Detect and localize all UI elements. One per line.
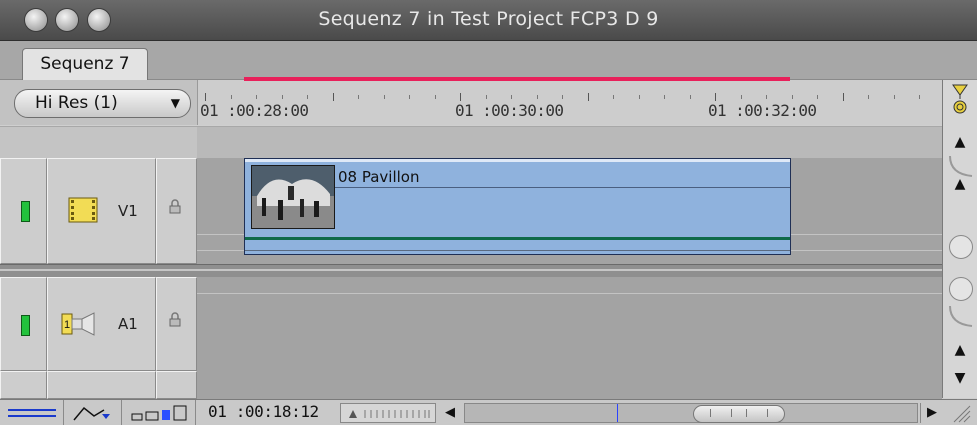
row-header-cell — [0, 371, 47, 399]
horizontal-scrollbar[interactable] — [464, 403, 918, 423]
a1-track-area[interactable] — [197, 277, 942, 371]
scroll-thumb-bottom[interactable] — [949, 277, 973, 301]
scroll-left-arrow-icon[interactable]: ◀ — [438, 403, 462, 423]
track-enabled-indicator — [21, 315, 30, 336]
clip-overlays-button[interactable] — [64, 400, 122, 425]
ruler-tick — [919, 95, 920, 99]
clip-link-bar — [245, 237, 790, 240]
ruler-tick — [689, 95, 691, 99]
v1-track-label: V1 — [118, 202, 138, 220]
title-bar: Sequenz 7 in Test Project FCP3 D 9 — [0, 0, 977, 41]
resize-grip-icon[interactable] — [950, 404, 972, 424]
playhead-marker — [617, 404, 618, 422]
ruler-tick — [434, 95, 436, 99]
window-title: Sequenz 7 in Test Project FCP3 D 9 — [318, 8, 659, 30]
lock-icon — [169, 199, 181, 214]
ruler-tick — [511, 95, 512, 99]
ruler-tick — [893, 95, 895, 99]
render-status-bar — [244, 77, 790, 81]
ruler-tick — [587, 93, 589, 101]
current-timecode[interactable]: 01 :00:18:12 — [208, 402, 319, 421]
keyframe-graph-icon — [73, 406, 110, 421]
a1-track-label: A1 — [118, 315, 138, 333]
bottom-bar: 01 :00:18:12 ◀ ▶ — [0, 399, 977, 425]
ruler-tick — [383, 95, 385, 99]
ruler-tick — [230, 95, 232, 99]
lock-icon — [169, 312, 181, 327]
v1-track-header[interactable]: V1 — [47, 158, 156, 264]
scroll-right-arrow-icon[interactable]: ▶ — [920, 403, 943, 423]
track-lines-icon — [8, 409, 56, 417]
ruler-tick — [409, 95, 410, 99]
snap-lock-icon[interactable] — [951, 83, 969, 115]
scroll-thumb-top[interactable] — [949, 235, 973, 259]
ruler-tick — [791, 95, 793, 99]
scroll-up-arrow-icon[interactable]: ▲ — [946, 134, 974, 150]
horizontal-scroll-thumb[interactable] — [693, 405, 785, 423]
vertical-scroller[interactable]: ▲ ▲ ▲ ▼ — [942, 80, 977, 398]
timecode-ruler[interactable] — [197, 80, 943, 125]
svg-text:1: 1 — [64, 319, 70, 331]
ruler-tick — [256, 95, 257, 99]
a1-target-toggle[interactable] — [0, 277, 47, 371]
track-size-icon — [131, 405, 187, 421]
clip-name: 08 Pavillon — [338, 168, 420, 186]
v1-lock-toggle[interactable] — [156, 158, 197, 264]
a1-track-header[interactable]: 1 A1 — [47, 277, 156, 371]
ruler-tick — [205, 93, 206, 101]
ruler-tick — [715, 93, 716, 101]
ruler-tick — [842, 93, 844, 101]
tab-sequenz-7[interactable]: Sequenz 7 — [22, 48, 148, 80]
ruler-tick — [460, 93, 461, 101]
ruler-tick — [664, 95, 665, 99]
scroll-up-arrow-icon[interactable]: ▲ — [946, 342, 974, 358]
ruler-ticks — [197, 93, 946, 101]
thumbnail-image — [252, 166, 334, 228]
ruler-tick — [281, 95, 283, 99]
scroll-up-arrow-icon[interactable]: ▲ — [946, 176, 974, 192]
resolution-dropdown[interactable]: Hi Res (1) ▼ — [14, 89, 191, 118]
row-header-cell — [156, 371, 197, 399]
tab-strip: Sequenz 7 — [0, 41, 977, 80]
track-height-button[interactable] — [0, 400, 64, 425]
zoom-slider[interactable] — [340, 403, 436, 423]
ruler-tick — [740, 95, 742, 99]
track-enabled-indicator — [21, 201, 30, 222]
ruler-tick — [562, 95, 563, 99]
clip-thumbnail — [251, 165, 335, 229]
track-size-button[interactable] — [122, 400, 196, 425]
film-icon — [68, 197, 98, 223]
ruler-tick — [332, 93, 334, 101]
row-header-cell — [47, 371, 156, 399]
empty-track-area — [197, 371, 942, 399]
ruler-tick — [613, 95, 614, 99]
ruler-tick — [868, 95, 869, 99]
ruler-tick — [536, 95, 538, 99]
ruler-tick — [307, 95, 308, 99]
empty-track-strip — [0, 126, 942, 159]
timeline-window: Sequenz 7 in Test Project FCP3 D 9 Seque… — [0, 0, 977, 425]
ruler-tick — [766, 95, 767, 99]
speaker-icon: 1 — [61, 312, 95, 336]
v1-target-toggle[interactable] — [0, 158, 47, 264]
track-divider[interactable] — [0, 264, 942, 278]
ruler-tick — [817, 95, 818, 99]
ruler-tick — [485, 95, 487, 99]
scroll-notch-icon — [949, 305, 973, 327]
ruler-tick — [638, 95, 640, 99]
chevron-down-icon: ▼ — [170, 96, 180, 110]
ruler-timecode-2: 01 :00:30:00 — [455, 101, 564, 120]
video-clip[interactable]: 08 Pavillon — [244, 158, 791, 255]
a1-lock-toggle[interactable] — [156, 277, 197, 371]
ruler-timecode-1: 01 :00:28:00 — [200, 101, 309, 120]
scroll-down-arrow-icon[interactable]: ▼ — [946, 370, 974, 386]
ruler-tick — [358, 95, 359, 99]
ruler-timecode-3: 01 :00:32:00 — [708, 101, 817, 120]
zoom-slider-ticks — [349, 410, 430, 418]
resolution-dropdown-label: Hi Res (1) — [35, 93, 118, 113]
